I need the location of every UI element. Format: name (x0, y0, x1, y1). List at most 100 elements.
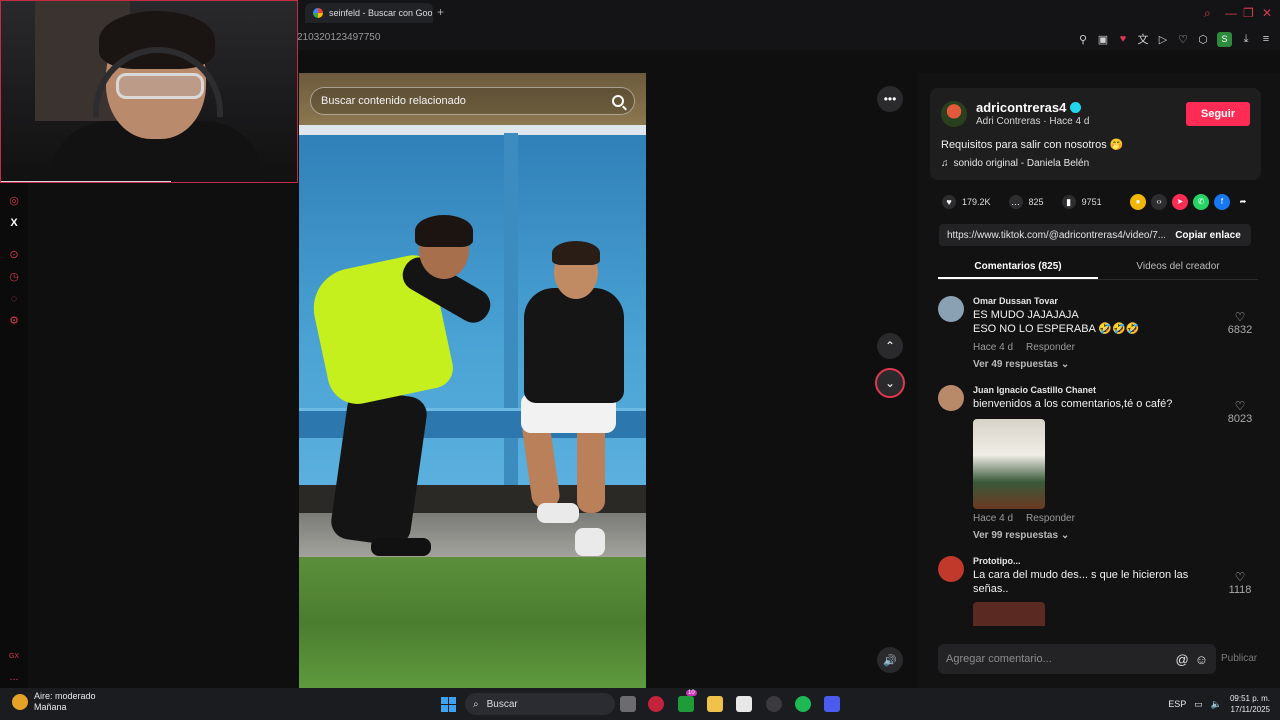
commenter-avatar[interactable] (938, 556, 964, 582)
author-name[interactable]: adricontreras4 (976, 100, 1082, 115)
save-stat[interactable]: ▮ 9751 (1061, 195, 1102, 209)
coin-icon[interactable]: ● (1130, 194, 1146, 210)
volume-icon[interactable]: 🔈 (1211, 699, 1222, 710)
view-replies-button[interactable]: Ver 99 respuestas ⌄ (973, 530, 1069, 541)
author-subtitle: Adri Contreras · Hace 4 d (976, 116, 1090, 127)
windows-start-icon[interactable] (441, 697, 456, 712)
volume-icon: 🔊 (883, 654, 897, 667)
whatsapp-icon[interactable]: ✆ (1193, 194, 1209, 210)
comment-input[interactable]: Agregar comentario... @ ☺ (938, 644, 1216, 674)
search-icon[interactable]: ⌕ (1204, 6, 1211, 21)
share-arrow-icon[interactable]: ➦ (1235, 194, 1251, 210)
next-video-button[interactable]: ⌄ (875, 368, 905, 398)
shield-icon[interactable]: ♥ (1117, 33, 1129, 45)
comment-meta: Hace 4 d Responder (973, 513, 1075, 524)
language-indicator[interactable]: ESP (1168, 699, 1186, 709)
like-stat[interactable]: ♥ 179.2K (942, 195, 991, 209)
settings-icon[interactable]: ⚙ (7, 314, 21, 328)
heart-icon: ♥ (942, 195, 956, 209)
app-icon[interactable] (824, 696, 840, 712)
translate-icon[interactable]: 文 (1137, 31, 1149, 47)
video-roof-edge (299, 125, 646, 135)
windows-taskbar: Aire: moderado Mañana ⌕ Buscar 10 ESP ▭ … (0, 688, 1280, 720)
bookmark-icon: ▮ (1061, 195, 1076, 209)
close-icon[interactable]: ✕ (1262, 6, 1272, 20)
extensions-bar: ⚲ ▣ ♥ 文 ▷ ♡ ⬡ S ⤓ ≡ (1077, 31, 1272, 47)
player-icon[interactable]: ⊙ (7, 248, 21, 262)
browser-tab[interactable]: seinfeld - Buscar con Goo (305, 3, 433, 23)
steam-icon[interactable] (766, 696, 782, 712)
view-replies-button[interactable]: Ver 49 respuestas ⌄ (973, 359, 1069, 370)
comment-like-count: 6832 (1227, 324, 1253, 336)
tab-creator-videos[interactable]: Videos del creador (1098, 256, 1258, 279)
commenter-avatar[interactable] (938, 296, 964, 322)
taskbar-search[interactable]: ⌕ Buscar (465, 693, 615, 715)
menu-icon[interactable]: ≡ (1260, 33, 1272, 45)
comment-like-count: 1118 (1228, 584, 1252, 596)
post-link[interactable]: https://www.tiktok.com/@adricontreras4/v… (939, 230, 1165, 241)
related-search-bar[interactable]: Buscar contenido relacionado (310, 87, 635, 115)
instagram-icon[interactable]: ◎ (7, 194, 21, 208)
reply-button[interactable]: Responder (1026, 513, 1075, 524)
embed-icon[interactable]: ‹› (1151, 194, 1167, 210)
mention-icon[interactable]: @ (1176, 652, 1189, 667)
tab-comments[interactable]: Comentarios (825) (938, 256, 1098, 279)
heart-icon[interactable]: ♡ (1177, 33, 1189, 46)
emoji-icon[interactable]: ☺ (1195, 652, 1208, 667)
volume-button[interactable]: 🔊 (877, 647, 903, 673)
comment-stat[interactable]: … 825 (1008, 195, 1044, 209)
history-icon[interactable]: ◷ (7, 270, 21, 284)
commenter-name[interactable]: Omar Dussan Tovar (973, 296, 1058, 306)
search-icon[interactable] (612, 95, 624, 107)
minimize-icon[interactable]: — (1225, 6, 1237, 20)
commenter-name[interactable]: Juan Ignacio Castillo Chanet (973, 385, 1096, 395)
comment-like[interactable]: ♡ 8023 (1222, 399, 1258, 425)
reply-button[interactable]: Responder (1026, 342, 1075, 353)
display-icon[interactable]: ▭ (1194, 699, 1203, 710)
store-icon[interactable] (736, 696, 752, 712)
address-bar[interactable]: 210320123497750 (297, 32, 380, 43)
taskbar-search-label: Buscar (486, 698, 518, 710)
pin-icon[interactable]: ⚲ (1077, 33, 1089, 46)
copy-link-button[interactable]: Copiar enlace (1165, 230, 1251, 241)
spotify-icon[interactable] (795, 696, 811, 712)
music-info[interactable]: ♫ sonido original - Daniela Belén (941, 158, 1089, 169)
messenger-icon[interactable]: ◌ (7, 292, 21, 306)
weather-line2: Mañana (34, 702, 67, 712)
restore-icon[interactable]: ❐ (1243, 6, 1254, 20)
username: adricontreras4 (976, 100, 1067, 115)
play-icon[interactable]: ▷ (1157, 33, 1169, 46)
commenter-avatar[interactable] (938, 385, 964, 411)
weather-widget[interactable]: Aire: moderado Mañana (12, 691, 96, 713)
send-icon[interactable]: ➤ (1172, 194, 1188, 210)
download-icon[interactable]: ⤓ (1240, 33, 1252, 46)
more-options-button[interactable]: ••• (877, 86, 903, 112)
x-icon[interactable]: X (7, 216, 21, 230)
verified-icon (1070, 102, 1082, 113)
opera-gx-icon[interactable] (648, 696, 664, 712)
snapshot-icon[interactable]: ▣ (1097, 33, 1109, 46)
task-view-icon[interactable] (620, 696, 636, 712)
new-tab-button[interactable]: + (437, 5, 444, 19)
weather-icon (12, 694, 28, 710)
puzzle-icon[interactable]: ⬡ (1197, 33, 1209, 46)
video-player[interactable]: Buscar contenido relacionado (299, 73, 646, 688)
more-icon[interactable]: ... (7, 670, 21, 684)
publish-button[interactable]: Publicar (1221, 653, 1257, 664)
previous-video-button[interactable]: ⌃ (877, 333, 903, 359)
comment-like[interactable]: ♡ 6832 (1222, 310, 1258, 336)
author-avatar[interactable] (941, 101, 967, 127)
commenter-name[interactable]: Prototipo... (973, 556, 1021, 566)
date: 17/11/2025 (1230, 705, 1270, 714)
file-explorer-icon[interactable] (707, 696, 723, 712)
follow-button[interactable]: Seguir (1186, 102, 1250, 126)
comment-image[interactable] (973, 419, 1045, 509)
clock[interactable]: 09:51 p. m. 17/11/2025 (1230, 693, 1270, 715)
facebook-icon[interactable]: f (1214, 194, 1230, 210)
profile-extension-icon[interactable]: S (1217, 31, 1232, 47)
comment-image[interactable] (973, 602, 1045, 626)
comment-like[interactable]: ♡ 1118 (1222, 570, 1258, 596)
xbox-icon[interactable]: 10 (678, 690, 697, 712)
comment-meta: Hace 4 d Responder (973, 342, 1075, 353)
gx-label[interactable]: GX (7, 650, 21, 664)
